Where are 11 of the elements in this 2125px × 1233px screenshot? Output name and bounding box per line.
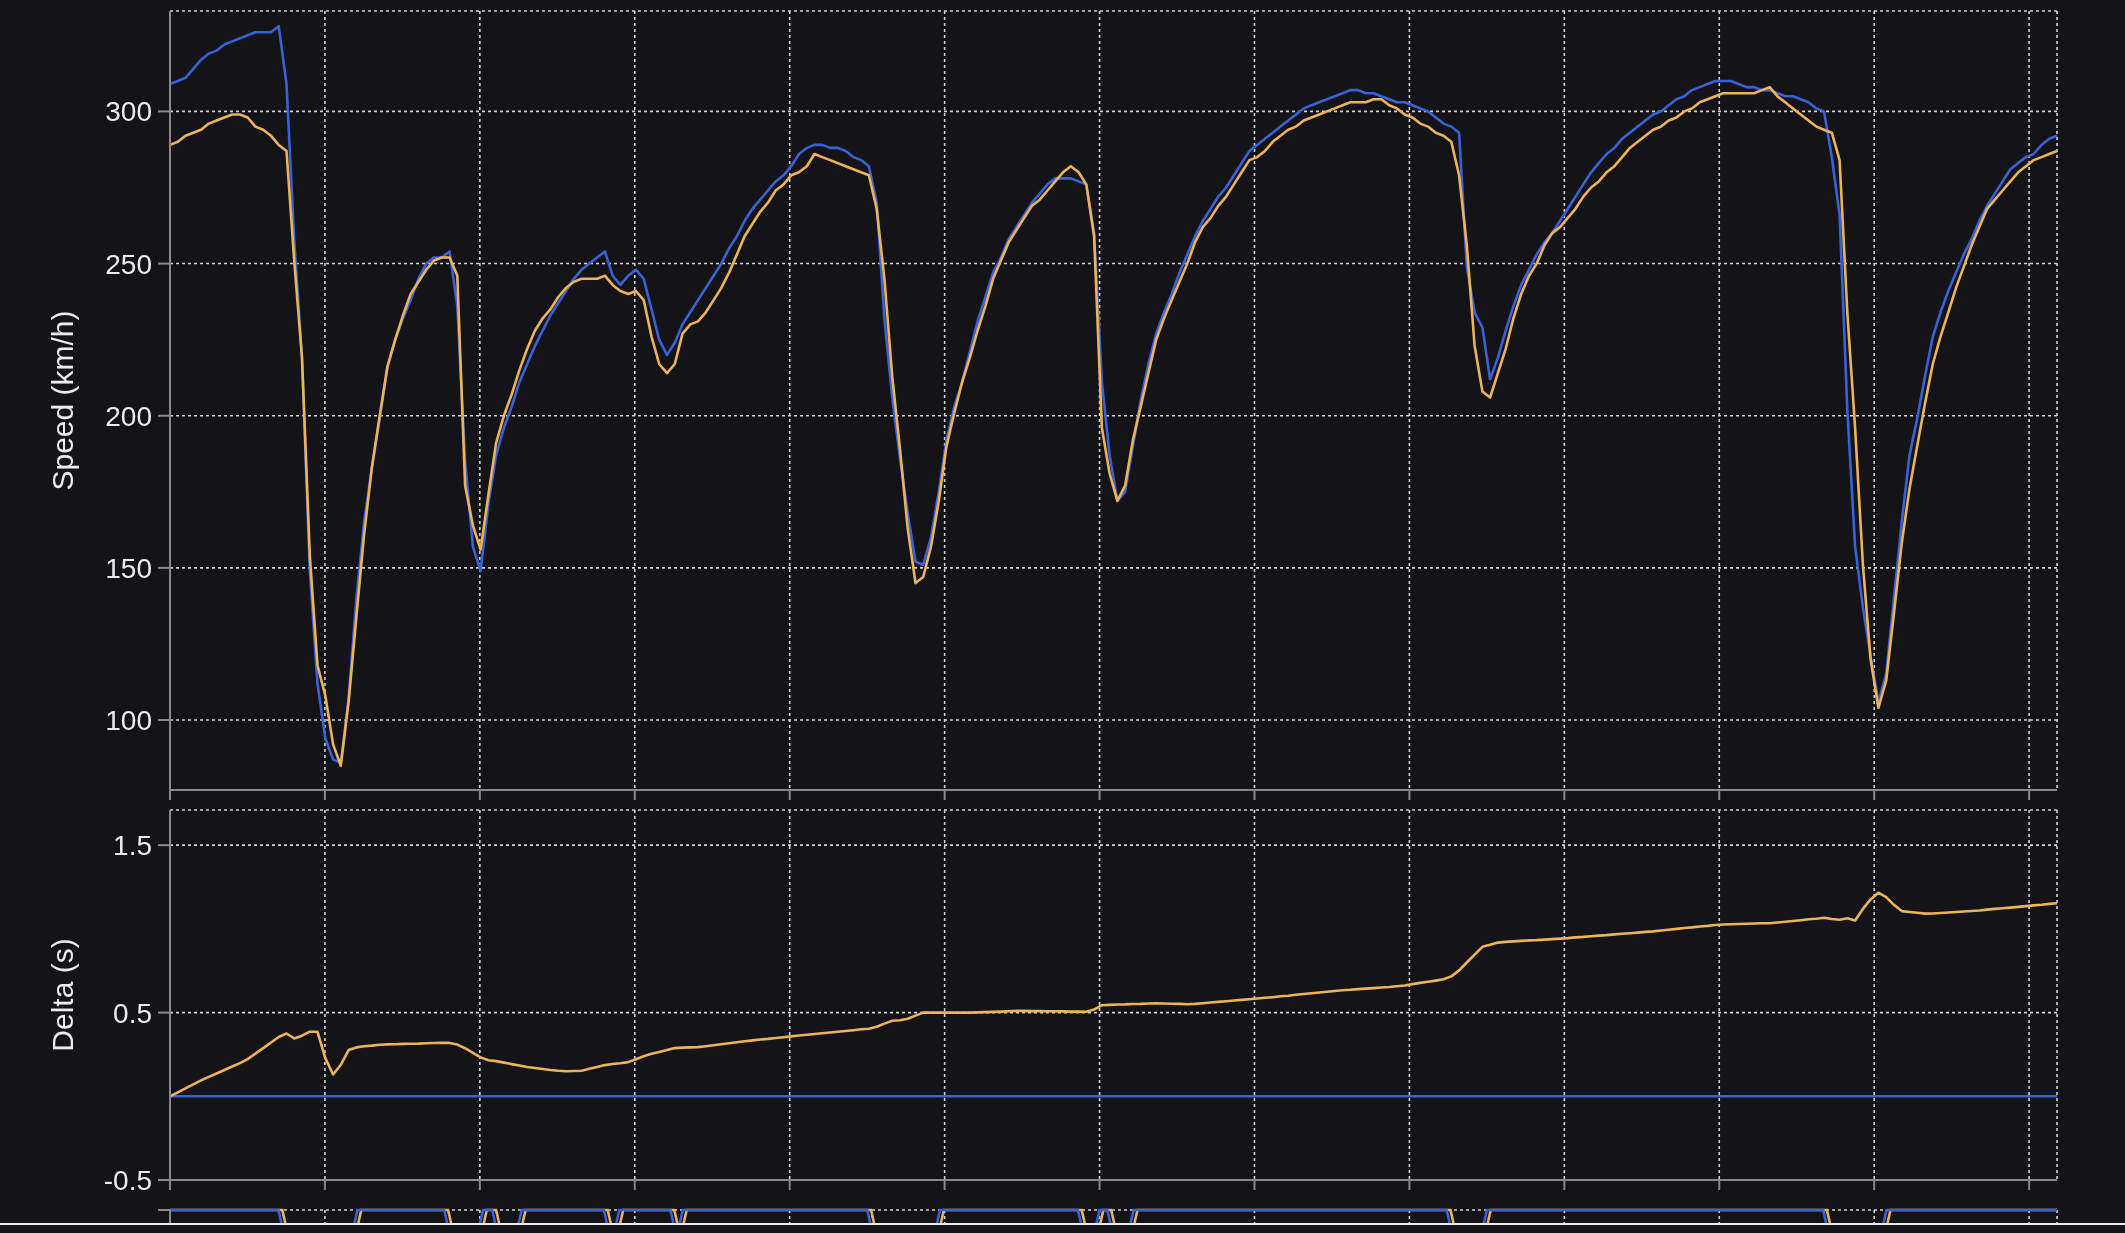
tick-label: 150: [105, 552, 152, 584]
tick-label: 300: [105, 96, 152, 128]
tick-label: 200: [105, 400, 152, 432]
axis-title: Delta (s): [45, 938, 79, 1052]
y-axis: [157, 1209, 171, 1223]
tick-label: -0.5: [103, 1165, 152, 1196]
tick-label: 1.5: [113, 830, 152, 862]
tick-label: 100: [105, 705, 152, 736]
tick-label: 0.5: [113, 997, 152, 1029]
tick-label: 250: [105, 248, 152, 280]
axis-title: Speed (km/h): [45, 310, 79, 491]
